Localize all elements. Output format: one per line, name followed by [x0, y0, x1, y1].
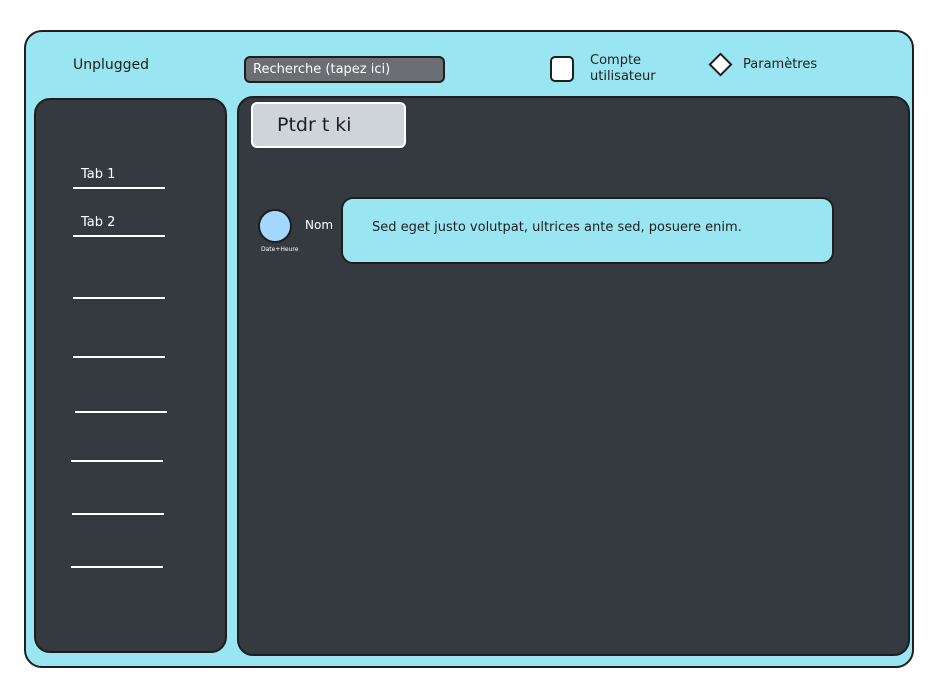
chat-panel — [237, 96, 910, 656]
message-datetime: Date+Heure — [261, 246, 299, 253]
sidebar-slot-empty[interactable] — [72, 513, 164, 515]
user-account-button[interactable]: Compte utilisateur — [550, 52, 670, 86]
user-account-label: Compte utilisateur — [590, 53, 656, 84]
app-title: Unplugged — [73, 57, 150, 73]
sidebar-slot-empty[interactable] — [73, 356, 165, 358]
settings-button[interactable]: Paramètres — [708, 50, 817, 78]
avatar[interactable] — [258, 209, 292, 243]
message-author: Nom — [305, 218, 334, 232]
sidebar-slot-empty[interactable] — [71, 460, 163, 462]
settings-label: Paramètres — [743, 56, 818, 72]
sidebar-tab-1[interactable]: Tab 1 — [73, 167, 165, 189]
message-bubble: Sed eget justo volutpat, ultrices ante s… — [341, 197, 834, 264]
sidebar-slot-empty[interactable] — [73, 297, 165, 299]
sidebar-slot-empty[interactable] — [75, 411, 167, 413]
user-account-icon — [550, 56, 574, 82]
settings-icon — [708, 51, 733, 77]
search-input[interactable] — [244, 56, 445, 83]
channel-title: Ptdr t ki — [251, 102, 406, 148]
sidebar-tab-2[interactable]: Tab 2 — [73, 215, 165, 237]
sidebar-slot-empty[interactable] — [71, 566, 163, 568]
